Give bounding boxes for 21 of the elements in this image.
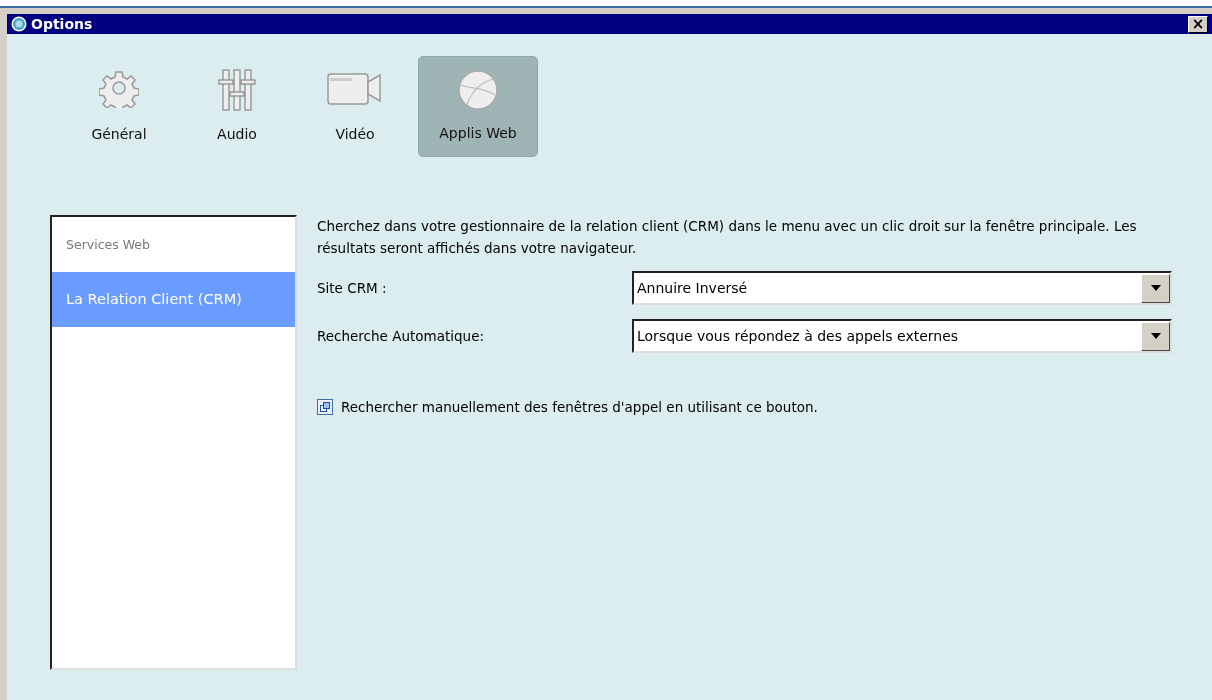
- description-text: Cherchez dans votre gestionnaire de la relation client (CRM) dans le menu avec un clic droit sur la fenêtre principale. Les résultats seront affichés dans votre navigateur.: [317, 217, 1138, 258]
- category-tab[interactable]: Vidéo: [300, 56, 410, 157]
- gear-icon: [99, 68, 139, 108]
- dropdown-value: Annuire Inversé: [636, 278, 749, 298]
- manual-search-button[interactable]: [317, 399, 333, 416]
- sliders-icon: [217, 68, 257, 112]
- globe-icon: [457, 69, 499, 111]
- dropdown-value: Lorsque vous répondez à des appels externes: [636, 326, 960, 346]
- windows-icon: [320, 402, 330, 413]
- dropdown[interactable]: Lorsque vous répondez à des appels externes: [632, 319, 1172, 353]
- field-label: Recherche Automatique:: [317, 326, 485, 346]
- category-tab[interactable]: Général: [64, 56, 174, 157]
- list-header: Services Web: [65, 236, 151, 255]
- window-title: Options: [31, 17, 93, 31]
- app-logo-icon: [11, 16, 27, 32]
- manual-search-text: Rechercher manuellement des fenêtres d'appel en utilisant ce bouton.: [341, 398, 818, 417]
- field-label: Site CRM :: [317, 278, 388, 298]
- close-button[interactable]: ×: [1188, 15, 1208, 33]
- category-tab[interactable]: Audio: [182, 56, 292, 157]
- dropdown[interactable]: Annuire Inversé: [632, 271, 1172, 305]
- category-tab[interactable]: Applis Web: [418, 56, 538, 157]
